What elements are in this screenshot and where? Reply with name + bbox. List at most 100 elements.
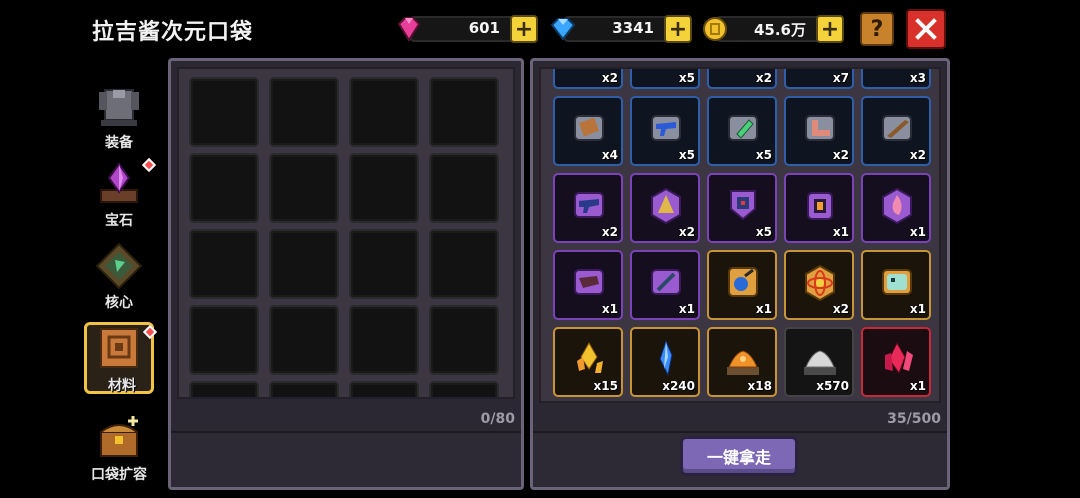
empty-slot[interactable] [189, 305, 259, 375]
material-slot[interactable]: x4 [553, 96, 623, 166]
materials-book-icon [95, 325, 143, 373]
item-quantity: x2 [832, 148, 849, 162]
item-quantity: x240 [662, 379, 695, 393]
pocket-panel: 0/80 [168, 58, 524, 490]
currency-gold: 45.6万 + [700, 14, 844, 44]
pocket-footer [171, 431, 521, 487]
sidebar-item-label: 装备 [105, 135, 133, 151]
material-slot[interactable]: x2 [553, 173, 623, 243]
empty-slot[interactable] [189, 381, 259, 397]
help-button[interactable]: ? [860, 12, 894, 46]
empty-slot[interactable] [269, 153, 339, 223]
blue-orb-icon [723, 262, 763, 302]
pocket-capacity: 0/80 [480, 411, 515, 427]
item-quantity: x2 [909, 148, 926, 162]
material-slot[interactable]: x1 [861, 173, 931, 243]
material-slot[interactable]: x3 [861, 69, 931, 89]
empty-slot[interactable] [189, 153, 259, 223]
material-slot[interactable]: x2 [861, 96, 931, 166]
blue-shard-icon [646, 339, 686, 379]
empty-slot[interactable] [429, 229, 499, 299]
material-slot[interactable]: x1 [707, 250, 777, 320]
sidebar-item-equipment[interactable]: 装备 [84, 80, 154, 156]
pocket-grid[interactable] [177, 67, 515, 399]
armor-icon [95, 82, 143, 130]
empty-slot[interactable] [429, 153, 499, 223]
close-icon [915, 18, 937, 40]
material-slot[interactable]: x5 [707, 96, 777, 166]
empty-slot[interactable] [269, 77, 339, 147]
material-slot[interactable]: x240 [630, 327, 700, 397]
green-crystal-icon [723, 108, 763, 148]
skull-fish-icon [877, 262, 917, 302]
empty-slot[interactable] [349, 229, 419, 299]
material-slot[interactable]: x2 [553, 69, 623, 89]
empty-slot[interactable] [349, 77, 419, 147]
empty-slot[interactable] [269, 305, 339, 375]
add-gold-button[interactable]: + [816, 15, 844, 43]
gold-shard-icon [569, 339, 609, 379]
empty-slot[interactable] [349, 153, 419, 223]
material-slot[interactable]: x1 [784, 173, 854, 243]
materials-grid[interactable]: x2 x5 x2 x7 x3 x4 x5 x5 x2 x2 x2 x2 x5 x1 x1 x1 x1 x1 x2 x1… [539, 67, 941, 403]
item-quantity: x2 [601, 71, 618, 85]
sidebar-item-core[interactable]: 核心 [84, 240, 154, 316]
empty-slot[interactable] [429, 77, 499, 147]
material-slot[interactable]: x2 [630, 173, 700, 243]
item-quantity: x1 [678, 302, 695, 316]
item-quantity: x1 [832, 225, 849, 239]
item-quantity: x1 [909, 302, 926, 316]
atom-icon [800, 262, 840, 302]
item-quantity: x1 [601, 302, 618, 316]
bow-icon [569, 262, 609, 302]
white-ore-icon [800, 339, 840, 379]
material-slot[interactable]: x5 [630, 69, 700, 89]
staff-icon [646, 262, 686, 302]
empty-slot[interactable] [269, 381, 339, 397]
material-slot[interactable]: x2 [707, 69, 777, 89]
empty-slot[interactable] [429, 381, 499, 397]
pink-flame-icon [877, 185, 917, 225]
empty-slot[interactable] [349, 381, 419, 397]
empty-slot[interactable] [269, 229, 339, 299]
material-slot[interactable]: x1 [861, 250, 931, 320]
material-slot[interactable]: x1 [553, 250, 623, 320]
item-quantity: x1 [909, 379, 926, 393]
blue-gun-icon [646, 108, 686, 148]
item-quantity: x2 [755, 71, 772, 85]
treasure-chest-icon [95, 414, 143, 462]
empty-slot[interactable] [429, 305, 499, 375]
blue-diamond-icon [548, 15, 578, 43]
purple-blaster-icon [569, 185, 609, 225]
shield-icon [723, 185, 763, 225]
item-quantity: x5 [755, 148, 772, 162]
sidebar-item-label: 口袋扩容 [91, 467, 147, 483]
material-slot[interactable]: x18 [707, 327, 777, 397]
material-slot[interactable]: x15 [553, 327, 623, 397]
material-slot[interactable]: x2 [784, 250, 854, 320]
material-slot[interactable]: x7 [784, 69, 854, 89]
material-slot[interactable]: x570 [784, 327, 854, 397]
material-slot[interactable]: x5 [630, 96, 700, 166]
take-all-button[interactable]: 一键拿走 [680, 436, 798, 476]
sidebar-item-label: 核心 [105, 295, 133, 311]
item-quantity: x570 [816, 379, 849, 393]
item-quantity: x2 [678, 225, 695, 239]
sidebar-item-materials[interactable]: 材料 [84, 322, 158, 394]
close-button[interactable] [906, 9, 946, 49]
materials-capacity: 35/500 [887, 411, 941, 427]
material-slot[interactable]: x5 [707, 173, 777, 243]
empty-slot[interactable] [189, 77, 259, 147]
pink-gem-count: 601 [468, 19, 500, 37]
add-blue-gem-button[interactable]: + [664, 15, 692, 43]
sidebar-item-gems[interactable]: 宝石 [84, 157, 157, 234]
item-quantity: x5 [678, 148, 695, 162]
add-pink-gem-button[interactable]: + [510, 15, 538, 43]
empty-slot[interactable] [349, 305, 419, 375]
material-slot[interactable]: x1 [861, 327, 931, 397]
sidebar-item-expand-pocket[interactable]: 口袋扩容 [84, 412, 154, 488]
material-slot[interactable]: x2 [784, 96, 854, 166]
empty-slot[interactable] [189, 229, 259, 299]
material-slot[interactable]: x1 [630, 250, 700, 320]
rifle-icon [877, 108, 917, 148]
